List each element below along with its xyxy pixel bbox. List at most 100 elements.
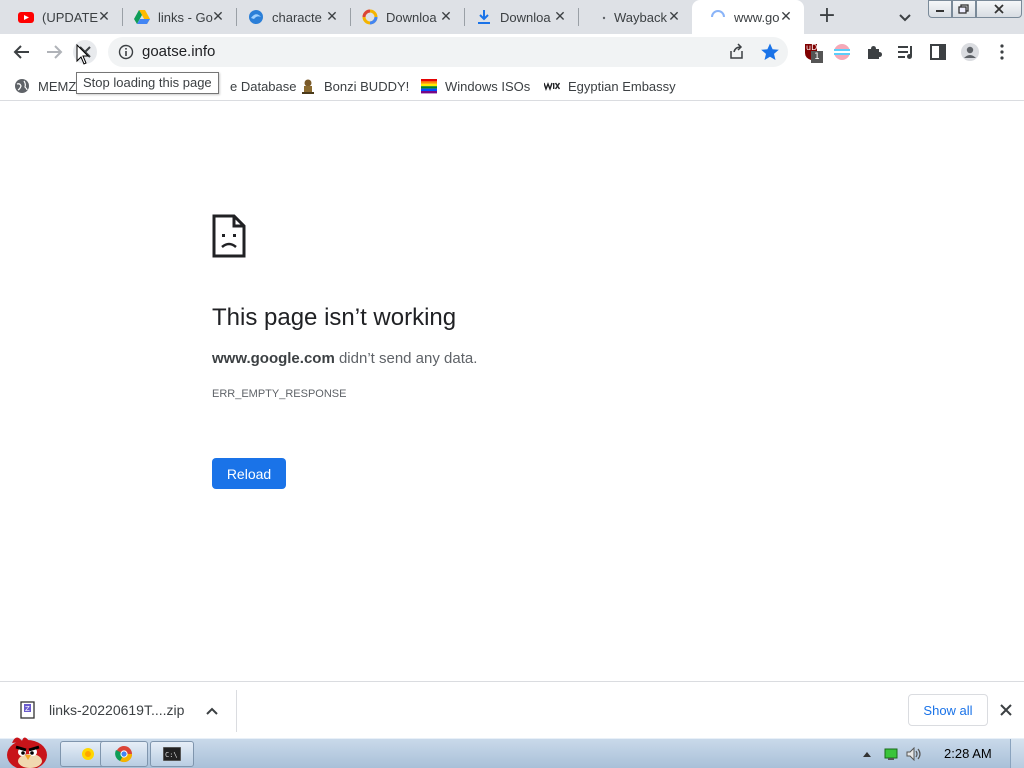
globe-icon xyxy=(15,79,29,93)
download-arrow-icon xyxy=(478,10,490,24)
error-desc-text: didn’t send any data. xyxy=(334,350,478,367)
tab-title: links - Go xyxy=(158,9,213,25)
tab-close-icon[interactable]: ✕ xyxy=(324,9,340,25)
maximize-button[interactable] xyxy=(952,0,976,18)
tab-active-google[interactable]: www.go ✕ xyxy=(692,0,804,34)
chevron-up-icon[interactable] xyxy=(205,704,219,718)
error-host: www.google.com xyxy=(212,350,335,367)
wix-icon xyxy=(544,82,560,92)
tab-close-icon[interactable]: ✕ xyxy=(210,9,226,25)
back-button[interactable] xyxy=(10,40,34,64)
tab-drive[interactable]: links - Go ✕ xyxy=(116,0,236,34)
forward-button[interactable] xyxy=(42,40,66,64)
close-icon xyxy=(994,4,1004,14)
ublock-extension[interactable]: uD 1 xyxy=(802,42,823,63)
reload-button[interactable]: Reload xyxy=(212,458,286,489)
sad-page-icon xyxy=(212,214,246,258)
error-page: This page isn’t working www.google.com d… xyxy=(0,102,1024,680)
tab-close-icon[interactable]: ✕ xyxy=(96,9,112,25)
tab-close-icon[interactable]: ✕ xyxy=(666,9,682,25)
svg-text:Z: Z xyxy=(25,705,30,713)
bookmark-memz[interactable]: MEMZ xyxy=(14,76,76,96)
volume-icon[interactable] xyxy=(906,747,924,761)
download-shelf: Z links-20220619T....zip Show all xyxy=(0,681,1024,738)
share-icon[interactable] xyxy=(728,43,746,61)
rainbow-flag-icon xyxy=(421,79,437,94)
google-drive-icon xyxy=(134,10,150,24)
minimize-button[interactable] xyxy=(928,0,952,18)
loading-spinner-icon xyxy=(711,10,725,18)
window-controls xyxy=(928,0,1022,18)
bookmark-bonzi[interactable]: Bonzi BUDDY! xyxy=(300,76,409,96)
bookmark-label: e Database xyxy=(230,78,297,94)
show-desktop-button[interactable] xyxy=(1010,739,1024,768)
chrome-icon xyxy=(115,746,133,763)
download-filename[interactable]: links-20220619T....zip xyxy=(49,702,184,718)
bookmark-label: Bonzi BUDDY! xyxy=(324,78,410,94)
bookmark-windows-isos[interactable]: Windows ISOs xyxy=(421,76,530,96)
bookmark-database[interactable]: e Database xyxy=(230,76,297,96)
error-title: This page isn’t working xyxy=(212,304,457,331)
youtube-icon xyxy=(18,12,34,23)
close-icon[interactable] xyxy=(998,702,1014,718)
tab-close-icon[interactable]: ✕ xyxy=(778,9,794,25)
tab-title: (UPDATE xyxy=(42,9,98,25)
tab-characters[interactable]: characte ✕ xyxy=(230,0,350,34)
restore-icon xyxy=(958,4,969,14)
error-description: www.google.com didn’t send any data. xyxy=(212,350,477,367)
toolbar: goatse.info uD 1 xyxy=(0,34,1024,71)
download-separator xyxy=(236,690,237,732)
bookmark-star-icon[interactable] xyxy=(760,42,780,62)
command-prompt-icon: C:\ xyxy=(163,747,181,761)
side-panel-icon[interactable] xyxy=(928,42,948,62)
network-icon[interactable] xyxy=(884,747,898,761)
tab-strip: (UPDATE ✕ links - Go ✕ characte ✕ Downlo… xyxy=(0,0,1024,34)
tab-title: www.go xyxy=(734,9,780,25)
taskbar-cmd-button[interactable]: C:\ xyxy=(150,741,194,767)
tab-youtube[interactable]: (UPDATE ✕ xyxy=(0,0,122,34)
zip-file-icon[interactable]: Z xyxy=(20,701,36,719)
tray-expand-icon[interactable] xyxy=(862,749,872,759)
edge-swirl-icon xyxy=(249,10,263,24)
minimize-icon xyxy=(936,10,944,12)
url-text[interactable]: goatse.info xyxy=(142,43,215,60)
wayback-icon xyxy=(602,16,606,20)
tab-close-icon[interactable]: ✕ xyxy=(438,9,454,25)
puzzle-extensions-icon[interactable] xyxy=(864,42,884,62)
forward-arrow-icon xyxy=(47,45,63,59)
taskbar: C:\ 2:28 AM xyxy=(0,737,1024,768)
tab-title: Downloa xyxy=(500,9,551,25)
stop-loading-tooltip: Stop loading this page xyxy=(76,72,219,94)
profile-avatar-icon[interactable] xyxy=(960,42,980,62)
bookmark-label: Egyptian Embassy xyxy=(568,78,676,94)
bookmark-egyptian-embassy[interactable]: Egyptian Embassy xyxy=(544,76,676,96)
tab-title: characte xyxy=(272,9,322,25)
mouse-cursor-icon xyxy=(76,44,90,65)
tab-download-2[interactable]: Downloa ✕ xyxy=(458,0,578,34)
media-control-icon[interactable] xyxy=(896,42,916,62)
taskbar-clock[interactable]: 2:28 AM xyxy=(944,746,992,761)
svg-text:C:\: C:\ xyxy=(165,751,178,759)
show-all-button[interactable]: Show all xyxy=(908,694,988,726)
address-bar[interactable]: goatse.info xyxy=(108,37,788,67)
bookmark-label: Windows ISOs xyxy=(445,78,531,94)
kebab-menu-icon[interactable] xyxy=(992,42,1012,62)
tab-title: Wayback xyxy=(614,9,667,25)
tab-wayback[interactable]: Wayback ✕ xyxy=(572,0,692,34)
tab-download-1[interactable]: Downloa ✕ xyxy=(344,0,464,34)
new-tab-button[interactable]: + xyxy=(816,5,838,28)
screen: (UPDATE ✕ links - Go ✕ characte ✕ Downlo… xyxy=(0,0,1024,768)
taskbar-chrome-button[interactable] xyxy=(100,741,148,767)
close-window-button[interactable] xyxy=(976,0,1022,18)
error-code: ERR_EMPTY_RESPONSE xyxy=(212,388,347,400)
tab-title: Downloa xyxy=(386,9,437,25)
rainbow-ring-icon xyxy=(362,9,378,25)
trans-flag-extension-icon[interactable] xyxy=(832,42,852,62)
folder-sun-icon xyxy=(82,748,94,760)
info-icon[interactable] xyxy=(118,44,134,60)
back-arrow-icon xyxy=(13,45,29,59)
extension-badge: 1 xyxy=(811,51,823,63)
start-button-angry-bird-icon[interactable] xyxy=(2,731,52,768)
tab-close-icon[interactable]: ✕ xyxy=(552,9,568,25)
chevron-down-icon[interactable] xyxy=(896,8,914,26)
